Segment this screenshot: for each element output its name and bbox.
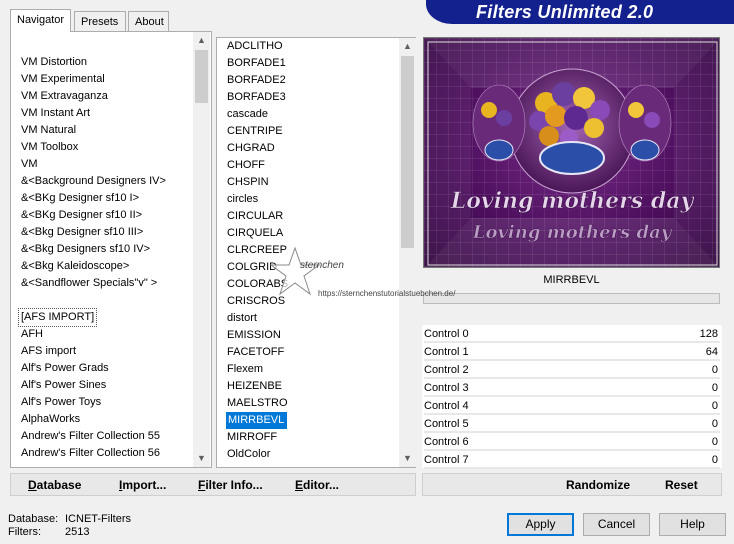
watermark-url: https://sternchenstutorialstuebchen.de/ xyxy=(318,289,456,298)
list-toolbar: Database Import... Filter Info... Editor… xyxy=(10,473,416,496)
controls-toolbar: Randomize Reset xyxy=(422,473,722,496)
help-button[interactable]: Help xyxy=(659,513,726,536)
category-item[interactable]: VM Toolbox xyxy=(21,139,78,156)
tab-navigator[interactable]: Navigator xyxy=(10,9,71,32)
watermark-star-icon xyxy=(270,246,320,296)
category-item[interactable]: &<Background Designers IV> xyxy=(21,173,166,190)
database-button[interactable]: Database xyxy=(28,477,81,493)
category-item[interactable]: &<BKg Designer sf10 I> xyxy=(21,190,139,207)
database-label: Database: xyxy=(8,513,59,525)
filter-preview: Loving mothers day Loving mothers day xyxy=(423,37,720,268)
filter-item[interactable]: BORFADE2 xyxy=(227,72,286,89)
category-item[interactable]: Andrew's Filter Collection 55 xyxy=(21,428,160,445)
randomize-button[interactable]: Randomize xyxy=(566,477,630,493)
category-item[interactable]: &<Bkg Designer sf10 III> xyxy=(21,224,143,241)
category-item[interactable]: VM Experimental xyxy=(21,71,105,88)
filter-progress-bar xyxy=(423,293,720,304)
filter-item[interactable]: EMISSION xyxy=(227,327,281,344)
scroll-down-icon[interactable]: ▼ xyxy=(193,450,210,467)
category-item[interactable]: &<BKg Designer sf10 II> xyxy=(21,207,142,224)
category-item[interactable]: VM Extravaganza xyxy=(21,88,108,105)
filter-item[interactable]: BORFADE1 xyxy=(227,55,286,72)
category-item[interactable]: Alf's Power Sines xyxy=(21,377,106,394)
reset-button[interactable]: Reset xyxy=(665,477,698,493)
control-row[interactable]: Control 30 xyxy=(424,379,720,397)
scroll-up-icon[interactable]: ▲ xyxy=(399,38,416,55)
category-list[interactable]: ▲ ▼ VM Distortion VM Experimental VM Extra… xyxy=(10,31,212,468)
category-item[interactable]: &<Bkg Designers sf10 IV> xyxy=(21,241,150,258)
category-scrollbar[interactable]: ▲ ▼ xyxy=(193,32,210,467)
cancel-button[interactable]: Cancel xyxy=(583,513,650,536)
category-item[interactable]: AFS import xyxy=(21,343,76,360)
scroll-thumb[interactable] xyxy=(195,50,208,103)
filter-item[interactable]: MIRRBEVL xyxy=(226,412,288,429)
editor-button[interactable]: Editor... xyxy=(295,477,339,493)
filter-item[interactable]: CENTRIPE xyxy=(227,123,283,140)
control-row[interactable]: Control 20 xyxy=(424,361,720,379)
filter-item[interactable]: MIRROFF xyxy=(227,429,277,446)
scroll-up-icon[interactable]: ▲ xyxy=(193,32,210,49)
category-item[interactable]: &<Bkg Kaleidoscope> xyxy=(21,258,129,275)
control-slider-track[interactable] xyxy=(424,467,720,469)
control-row[interactable]: Control 0 128 xyxy=(424,325,720,343)
preview-caption-2: Loving mothers day xyxy=(472,222,673,243)
tab-label: Navigator xyxy=(17,14,65,26)
filter-item[interactable]: circles xyxy=(227,191,258,208)
filter-item[interactable]: HEIZENBE xyxy=(227,378,282,395)
filters-count-value: 2513 xyxy=(65,526,90,538)
filter-info-button[interactable]: Filter Info... xyxy=(198,477,263,493)
filter-item[interactable]: BORFADE3 xyxy=(227,89,286,106)
tab-label: Presets xyxy=(81,16,119,28)
filter-item[interactable]: cascade xyxy=(227,106,268,123)
watermark-name: sternchen xyxy=(300,260,344,271)
database-value: ICNET-Filters xyxy=(65,513,131,525)
apply-button[interactable]: Apply xyxy=(507,513,574,536)
control-row[interactable]: Control 50 xyxy=(424,415,720,433)
filter-item[interactable]: CHOFF xyxy=(227,157,265,174)
category-item[interactable]: Alf's Power Grads xyxy=(21,360,109,377)
control-row[interactable]: Control 40 xyxy=(424,397,720,415)
filter-item[interactable]: MAELSTRO xyxy=(227,395,288,412)
category-item[interactable]: VM Instant Art xyxy=(21,105,90,122)
control-row[interactable]: Control 70 xyxy=(424,451,720,469)
filter-item[interactable]: Flexem xyxy=(227,361,263,378)
filter-item[interactable]: FACETOFF xyxy=(227,344,284,361)
filter-item[interactable]: CIRCULAR xyxy=(227,208,283,225)
category-item[interactable]: [AFS IMPORT] xyxy=(17,308,98,327)
tab-presets[interactable]: Presets xyxy=(74,11,126,31)
filter-item[interactable]: ADCLITHO xyxy=(227,38,283,55)
category-item[interactable]: VM xyxy=(21,156,38,173)
preview-artwork: Loving mothers day Loving mothers day xyxy=(424,38,719,267)
category-item[interactable]: Alf's Power Toys xyxy=(21,394,101,411)
scroll-thumb[interactable] xyxy=(401,56,414,248)
tab-about[interactable]: About xyxy=(128,11,169,31)
category-item[interactable]: AFH xyxy=(21,326,43,343)
import-button[interactable]: Import... xyxy=(119,477,166,493)
control-row[interactable]: Control 1 64 xyxy=(424,343,720,361)
filter-item[interactable]: CHSPIN xyxy=(227,174,269,191)
scroll-down-icon[interactable]: ▼ xyxy=(399,450,416,467)
filter-item[interactable]: distort xyxy=(227,310,257,327)
selected-filter-label: MIRRBEVL xyxy=(543,274,600,286)
category-item[interactable]: AlphaWorks xyxy=(21,411,80,428)
preview-caption-1: Loving mothers day xyxy=(450,188,696,214)
control-row[interactable]: Control 60 xyxy=(424,433,720,451)
controls-panel: Control 0 128 Control 1 64 Control 2 0 Control… xyxy=(422,325,722,469)
category-item[interactable]: VM Distortion xyxy=(21,54,87,71)
filter-item[interactable]: OldColor xyxy=(227,446,270,463)
category-item[interactable]: VM Natural xyxy=(21,122,76,139)
tab-label: About xyxy=(135,16,164,28)
app-banner: Filters Unlimited 2.0 xyxy=(426,0,734,24)
filter-item[interactable]: CIRQUELA xyxy=(227,225,283,242)
category-item[interactable]: &<Sandflower Specials"v" > xyxy=(21,275,157,292)
filters-count-label: Filters: xyxy=(8,526,41,538)
filter-item[interactable]: CHGRAD xyxy=(227,140,275,157)
filter-scrollbar[interactable]: ▲ ▼ xyxy=(399,38,416,467)
category-item[interactable]: Andrew's Filter Collection 56 xyxy=(21,445,160,462)
app-title: Filters Unlimited 2.0 xyxy=(476,2,654,22)
